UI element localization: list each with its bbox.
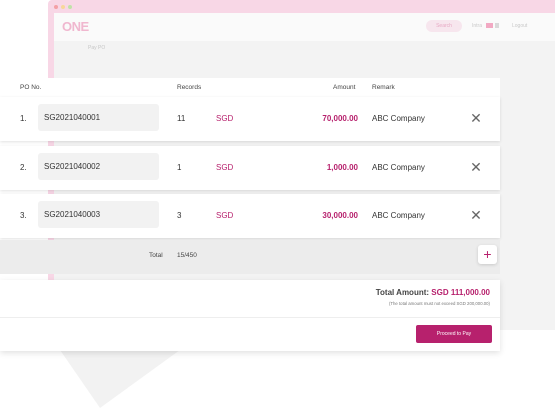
header-po-no: PO No. (20, 84, 42, 91)
header-remark: Remark (372, 84, 395, 91)
table-row: 2. SG2021040002 1 SGD 1,000.00 ABC Compa… (0, 146, 500, 190)
total-row: Total 15/450 + (0, 240, 500, 274)
row-remark: ABC Company (372, 163, 425, 172)
table-row: 1. SG2021040001 11 SGD 70,000.00 ABC Com… (0, 97, 500, 141)
row-amount: 1,000.00 (326, 163, 358, 172)
total-amount: Total Amount: SGD 111,000.00 (376, 288, 490, 297)
breadcrumb: Pay PO (88, 45, 106, 51)
table-row: 3. SG2021040003 3 SGD 30,000.00 ABC Comp… (0, 194, 500, 238)
background-menu-item: Logout (512, 23, 528, 29)
row-records: 1 (177, 163, 182, 172)
row-currency: SGD (216, 114, 234, 123)
plus-icon: + (483, 246, 492, 262)
row-currency: SGD (216, 163, 234, 172)
background-topbar: ONE Search Intra Logout (54, 13, 555, 41)
row-amount: 70,000.00 (322, 114, 358, 123)
row-currency: SGD (216, 211, 234, 220)
panel-shadow (60, 350, 180, 408)
po-number-field[interactable]: SG2021040001 (38, 104, 159, 131)
window-minimize-dot (61, 5, 65, 9)
chevron-down-icon (495, 23, 499, 28)
row-amount: 30,000.00 (322, 211, 358, 220)
divider (0, 317, 500, 318)
add-row-button[interactable]: + (478, 245, 497, 264)
payment-panel: PO No. Records Amount Remark 1. SG202104… (0, 78, 500, 351)
total-records: 15/450 (177, 252, 197, 259)
window-maximize-dot (68, 5, 72, 9)
table-header: PO No. Records Amount Remark (0, 78, 500, 97)
row-remark: ABC Company (372, 211, 425, 220)
window-controls (54, 5, 72, 9)
close-icon[interactable]: ✕ (468, 207, 484, 223)
po-number-field[interactable]: SG2021040003 (38, 201, 159, 228)
flag-icon (486, 23, 493, 28)
background-menu-item: Intra (472, 23, 483, 29)
background-search: Search (426, 20, 462, 32)
close-icon[interactable]: ✕ (468, 159, 484, 175)
row-remark: ABC Company (372, 114, 425, 123)
app-logo: ONE (62, 19, 89, 34)
total-amount-label: Total Amount: (375, 288, 430, 297)
row-index: 2. (20, 163, 27, 172)
header-records: Records (177, 84, 202, 91)
window-close-dot (54, 5, 58, 9)
summary-footer: Total Amount: SGD 111,000.00 (The total … (0, 280, 500, 351)
close-icon[interactable]: ✕ (468, 110, 484, 126)
row-records: 3 (177, 211, 182, 220)
row-records: 11 (177, 114, 186, 123)
row-index: 1. (20, 114, 27, 123)
total-label: Total (149, 252, 163, 259)
limit-note: (The total amount must not exceed SGD 20… (388, 301, 490, 306)
row-index: 3. (20, 211, 27, 220)
proceed-to-pay-button[interactable]: Proceed to Pay (416, 325, 492, 343)
total-amount-value: SGD 111,000.00 (431, 288, 490, 297)
po-number-field[interactable]: SG2021040002 (38, 153, 159, 180)
header-amount: Amount (333, 84, 356, 91)
